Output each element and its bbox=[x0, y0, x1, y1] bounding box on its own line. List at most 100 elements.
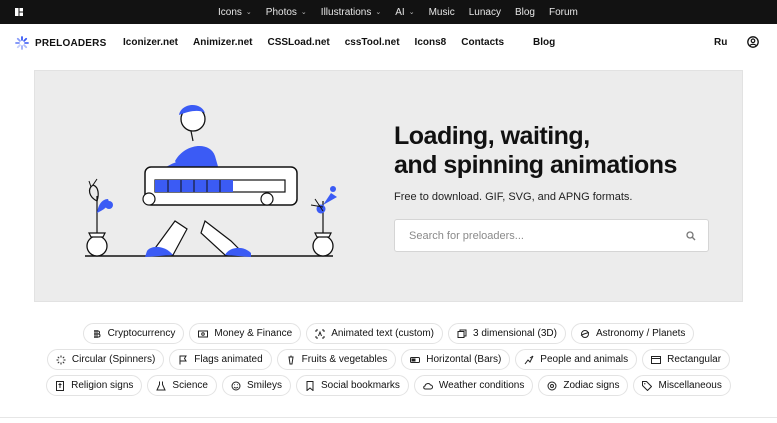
cube-icon bbox=[457, 329, 467, 339]
category-label: Smileys bbox=[246, 380, 282, 391]
category-chip-animated-text-custom[interactable]: Animated text (custom) bbox=[306, 323, 444, 344]
category-row: Religion signs Science Smileys Social bookm… bbox=[0, 375, 777, 396]
flag-icon bbox=[178, 355, 188, 365]
search-icon[interactable] bbox=[686, 231, 696, 241]
category-chip-religion-signs[interactable]: Religion signs bbox=[46, 375, 143, 396]
category-chip-3-dimensional-3d[interactable]: 3 dimensional (3D) bbox=[448, 323, 566, 344]
top-bar: Icons ⌄ Photos ⌄ Illustrations ⌄ AI ⌄ Music … bbox=[0, 0, 777, 24]
topnav-item-icons[interactable]: Icons ⌄ bbox=[218, 7, 252, 18]
category-label: Miscellaneous bbox=[658, 380, 722, 391]
chevron-down-icon: ⌄ bbox=[245, 9, 252, 16]
planet-icon bbox=[580, 329, 590, 339]
topnav-label: AI bbox=[395, 6, 405, 18]
bookmark-icon bbox=[305, 380, 315, 391]
search-box bbox=[394, 219, 709, 252]
language-switch[interactable]: Ru bbox=[714, 37, 727, 48]
topnav-item-illustrations[interactable]: Illustrations ⌄ bbox=[321, 7, 381, 18]
category-chip-fruits-vegetables[interactable]: Fruits & vegetables bbox=[276, 349, 397, 370]
link-csstool[interactable]: cssTool.net bbox=[345, 37, 400, 48]
loading-bar bbox=[142, 166, 298, 206]
category-label: Religion signs bbox=[71, 380, 134, 391]
brand-name: PRELOADERS bbox=[35, 37, 107, 49]
zodiac-icon bbox=[547, 381, 557, 391]
category-label: Weather conditions bbox=[438, 380, 525, 391]
category-chip-zodiac-signs[interactable]: Zodiac signs bbox=[538, 375, 629, 396]
topnav-item-photos[interactable]: Photos ⌄ bbox=[266, 7, 307, 18]
category-label: People and animals bbox=[540, 354, 629, 365]
preloader-spinner-icon bbox=[15, 36, 29, 50]
category-label: Flags animated bbox=[194, 354, 263, 365]
topnav-item-forum[interactable]: Forum bbox=[549, 7, 578, 18]
tag-icon bbox=[642, 380, 653, 391]
category-chip-astronomy-planets[interactable]: Astronomy / Planets bbox=[570, 323, 695, 344]
hero-banner: Loading, waiting, and spinning animation… bbox=[34, 70, 743, 302]
link-contacts[interactable]: Contacts bbox=[461, 37, 504, 48]
category-label: Horizontal (Bars) bbox=[426, 354, 502, 365]
bitcoin-icon bbox=[92, 329, 102, 339]
flask-icon bbox=[156, 381, 167, 391]
link-animizer[interactable]: Animizer.net bbox=[193, 37, 252, 48]
text-icon bbox=[315, 329, 325, 339]
brand-logo[interactable]: PRELOADERS bbox=[15, 36, 106, 50]
chevron-down-icon: ⌄ bbox=[375, 9, 382, 16]
category-chip-miscellaneous[interactable]: Miscellaneous bbox=[633, 375, 731, 396]
rectangle-icon bbox=[651, 355, 662, 365]
category-chip-horizontal-bars[interactable]: Horizontal (Bars) bbox=[401, 349, 511, 370]
category-label: Money & Finance bbox=[214, 328, 293, 339]
top-nav: Icons ⌄ Photos ⌄ Illustrations ⌄ AI ⌄ Music … bbox=[218, 0, 592, 24]
spinner-icon bbox=[56, 355, 66, 365]
topnav-label: Illustrations bbox=[320, 6, 372, 18]
topnav-item-music[interactable]: Music bbox=[429, 7, 455, 18]
chevron-down-icon: ⌄ bbox=[300, 9, 307, 16]
category-chip-weather-conditions[interactable]: Weather conditions bbox=[413, 375, 534, 396]
link-icons8[interactable]: Icons8 bbox=[415, 37, 447, 48]
people-icon bbox=[524, 355, 534, 365]
money-icon bbox=[198, 329, 209, 339]
chevron-down-icon: ⌄ bbox=[408, 9, 415, 16]
category-list: Cryptocurrency Money & Finance Animated te… bbox=[0, 323, 777, 401]
link-cssload[interactable]: CSSLoad.net bbox=[267, 37, 329, 48]
category-row: Circular (Spinners) Flags animated Fruits … bbox=[0, 349, 777, 370]
category-label: Astronomy / Planets bbox=[595, 328, 686, 339]
category-chip-social-bookmarks[interactable]: Social bookmarks bbox=[296, 375, 409, 396]
topnav-item-blog[interactable]: Blog bbox=[515, 7, 535, 18]
category-label: Cryptocurrency bbox=[107, 328, 176, 339]
icons8-logo-icon[interactable] bbox=[15, 8, 23, 16]
category-label: 3 dimensional (3D) bbox=[473, 328, 557, 339]
category-chip-money-finance[interactable]: Money & Finance bbox=[189, 323, 302, 344]
category-label: Circular (Spinners) bbox=[71, 354, 156, 365]
smiley-icon bbox=[231, 381, 241, 391]
hero-subtitle: Free to download. GIF, SVG, and APNG for… bbox=[394, 191, 633, 203]
topnav-item-ai[interactable]: AI ⌄ bbox=[395, 7, 414, 18]
category-label: Social bookmarks bbox=[321, 380, 400, 391]
category-chip-science[interactable]: Science bbox=[147, 375, 217, 396]
topnav-label: Music bbox=[428, 6, 455, 18]
category-row: Cryptocurrency Money & Finance Animated te… bbox=[0, 323, 777, 344]
category-chip-flags-animated[interactable]: Flags animated bbox=[169, 349, 272, 370]
category-chip-cryptocurrency[interactable]: Cryptocurrency bbox=[82, 323, 185, 344]
link-blog[interactable]: Blog bbox=[533, 37, 555, 48]
category-label: Science bbox=[172, 380, 208, 391]
category-label: Rectangular bbox=[667, 354, 722, 365]
topnav-label: Blog bbox=[514, 6, 535, 18]
account-icon[interactable] bbox=[747, 36, 759, 48]
search-input[interactable] bbox=[409, 229, 679, 242]
category-chip-people-and-animals[interactable]: People and animals bbox=[515, 349, 638, 370]
category-chip-smileys[interactable]: Smileys bbox=[221, 375, 291, 396]
loading-person-illustration bbox=[85, 104, 337, 257]
category-label: Animated text (custom) bbox=[331, 328, 435, 339]
religion-icon bbox=[55, 380, 65, 391]
topnav-label: Icons bbox=[218, 6, 242, 18]
hero-title-line1: Loading, waiting, bbox=[394, 122, 590, 150]
bar-icon bbox=[410, 355, 421, 365]
site-header: PRELOADERS Iconizer.net Animizer.net CSS… bbox=[0, 24, 777, 62]
divider bbox=[0, 417, 777, 418]
hero-title: Loading, waiting, and spinning animation… bbox=[394, 122, 724, 180]
fruit-icon bbox=[286, 355, 296, 365]
hero-title-line2: and spinning animations bbox=[394, 151, 677, 179]
topnav-item-lunacy[interactable]: Lunacy bbox=[469, 7, 501, 18]
category-chip-rectangular[interactable]: Rectangular bbox=[642, 349, 731, 370]
category-chip-circular-spinners[interactable]: Circular (Spinners) bbox=[46, 349, 165, 370]
link-iconizer[interactable]: Iconizer.net bbox=[123, 37, 178, 48]
header-links: Iconizer.net Animizer.net CSSLoad.net cs… bbox=[123, 37, 570, 48]
